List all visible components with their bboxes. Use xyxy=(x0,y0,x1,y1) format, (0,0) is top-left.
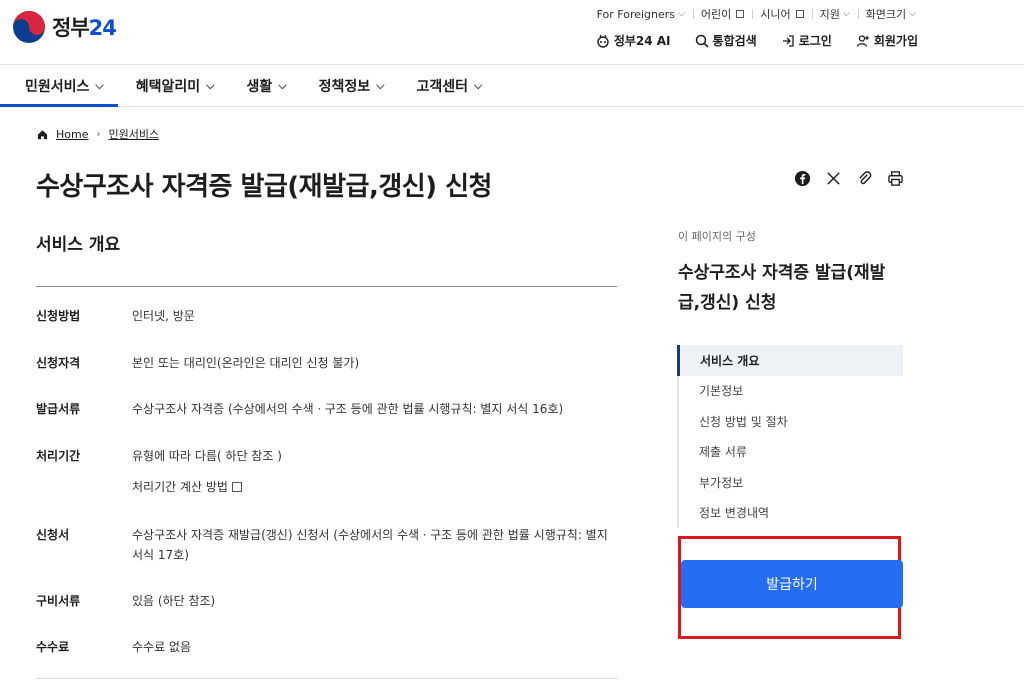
copy-icon xyxy=(231,482,242,492)
logo-number: 24 xyxy=(88,16,117,40)
add-user-icon xyxy=(856,34,869,47)
breadcrumb-current[interactable]: 민원서비스 xyxy=(108,126,159,142)
info-value: 수상구조사 자격증 (수상에서의 수색ㆍ구조 등에 관한 법률 시행규칙: 별지… xyxy=(132,402,564,416)
apply-button[interactable]: 발급하기 xyxy=(681,560,903,608)
processing-time-calc-link[interactable]: 처리기간 계산 방법 xyxy=(132,477,617,497)
info-label: 수수료 xyxy=(36,640,70,654)
chevron-down-icon: ⌵ xyxy=(474,78,483,92)
info-label: 신청서 xyxy=(36,528,70,542)
info-row-document: 발급서류 수상구조사 자격증 (수상에서의 수색ㆍ구조 등에 관한 법률 시행규… xyxy=(36,399,617,419)
home-icon xyxy=(37,129,48,139)
share-tools xyxy=(794,170,904,187)
page-title: 수상구조사 자격증 발급(재발급,갱신) 신청 xyxy=(36,172,492,202)
nav-policy[interactable]: 정책정보 ⌵ xyxy=(319,65,385,106)
chevron-right-icon: › xyxy=(96,128,101,140)
info-label: 신청자격 xyxy=(36,356,81,370)
util-kids[interactable]: 어린이 xyxy=(692,6,752,22)
chevron-down-icon: ⌵ xyxy=(95,78,104,92)
info-value: 인터넷, 방문 xyxy=(132,309,195,323)
print-icon[interactable] xyxy=(887,170,904,187)
breadcrumb-home[interactable]: Home xyxy=(56,128,88,141)
info-row-fee: 수수료 수수료 없음 xyxy=(36,637,617,657)
toc-caption: 이 페이지의 구성 xyxy=(678,230,756,243)
toc-item-additional-info[interactable]: 부가정보 xyxy=(677,467,903,498)
info-label: 처리기간 xyxy=(36,449,81,463)
header-actions: 정부24 AI 통합검색 로그인 회원가입 xyxy=(596,32,918,49)
nav-civil-service[interactable]: 민원서비스 ⌵ xyxy=(0,65,118,107)
info-value: 있음 (하단 참조) xyxy=(132,594,216,608)
info-value: 수상구조사 자격증 재발급(갱신) 신청서 (수상에서의 수색ㆍ구조 등에 관한… xyxy=(132,528,608,562)
info-value: 본인 또는 대리인(온라인은 대리인 신청 불가) xyxy=(132,356,360,370)
nav-benefits[interactable]: 혜택알리미 ⌵ xyxy=(136,65,215,106)
nav-customer-center[interactable]: 고객센터 ⌵ xyxy=(416,65,482,106)
info-row-application-form: 신청서 수상구조사 자격증 재발급(갱신) 신청서 (수상에서의 수색ㆍ구조 등… xyxy=(36,525,617,565)
toc-item-procedure[interactable]: 신청 방법 및 절차 xyxy=(677,406,903,437)
util-foreigners[interactable]: For Foreigners ⌵ xyxy=(589,8,693,21)
search-icon xyxy=(695,34,709,48)
site-logo[interactable]: 정부24 xyxy=(12,10,117,44)
divider xyxy=(36,678,617,679)
toc-list: 서비스 개요 기본정보 신청 방법 및 절차 제출 서류 부가정보 정보 변경내… xyxy=(677,345,903,528)
info-row-eligibility: 신청자격 본인 또는 대리인(온라인은 대리인 신청 불가) xyxy=(36,353,617,373)
chevron-down-icon: ⌵ xyxy=(909,9,916,19)
search-button[interactable]: 통합검색 xyxy=(695,32,757,49)
login-button[interactable]: 로그인 xyxy=(781,32,832,49)
toc-item-basic-info[interactable]: 기본정보 xyxy=(677,375,903,406)
info-row-required-docs: 구비서류 있음 (하단 참조) xyxy=(36,591,617,611)
link-clip-icon[interactable] xyxy=(856,170,873,187)
external-link-icon xyxy=(736,10,745,18)
section-title: 서비스 개요 xyxy=(36,235,121,255)
toc-item-documents[interactable]: 제출 서류 xyxy=(677,436,903,467)
info-label: 구비서류 xyxy=(36,594,81,608)
chevron-down-icon: ⌵ xyxy=(678,9,685,19)
chevron-down-icon: ⌵ xyxy=(842,9,850,19)
ai-robot-icon xyxy=(597,34,609,48)
taegeuk-logo-icon xyxy=(13,11,45,43)
info-label: 신청방법 xyxy=(36,309,81,323)
chevron-down-icon: ⌵ xyxy=(376,78,385,92)
signup-button[interactable]: 회원가입 xyxy=(856,32,918,49)
breadcrumb: Home › 민원서비스 xyxy=(37,126,159,142)
login-icon xyxy=(782,34,794,47)
util-font-size[interactable]: 화면크기 ⌵ xyxy=(857,6,924,22)
logo-text: 정부 xyxy=(52,16,90,40)
utility-nav: For Foreigners ⌵ 어린이 시니어 지원 ⌵ 화면크기 ⌵ xyxy=(589,6,924,22)
info-row-processing-time: 처리기간 유형에 따라 다름( 하단 참조 ) 처리기간 계산 방법 xyxy=(36,446,617,497)
nav-life[interactable]: 생활 ⌵ xyxy=(247,65,287,106)
facebook-icon[interactable] xyxy=(794,170,811,187)
toc-item-change-history[interactable]: 정보 변경내역 xyxy=(677,497,903,528)
info-value: 유형에 따라 다름( 하단 참조 ) xyxy=(132,449,282,463)
util-senior[interactable]: 시니어 xyxy=(752,6,811,22)
external-link-icon xyxy=(795,10,804,18)
toc-item-overview[interactable]: 서비스 개요 xyxy=(677,345,903,376)
chevron-down-icon: ⌵ xyxy=(206,78,215,92)
ai-button[interactable]: 정부24 AI xyxy=(596,32,671,49)
main-nav: 민원서비스 ⌵ 혜택알리미 ⌵ 생활 ⌵ 정책정보 ⌵ 고객센터 ⌵ xyxy=(0,64,1024,107)
divider xyxy=(36,286,617,287)
x-twitter-icon[interactable] xyxy=(825,170,842,187)
chevron-down-icon: ⌵ xyxy=(278,78,287,92)
info-value: 수수료 없음 xyxy=(132,640,192,654)
util-support[interactable]: 지원 ⌵ xyxy=(811,6,858,22)
info-label: 발급서류 xyxy=(36,402,81,416)
info-row-method: 신청방법 인터넷, 방문 xyxy=(36,306,617,326)
toc-title: 수상구조사 자격증 발급(재발급,갱신) 신청 xyxy=(678,263,886,313)
